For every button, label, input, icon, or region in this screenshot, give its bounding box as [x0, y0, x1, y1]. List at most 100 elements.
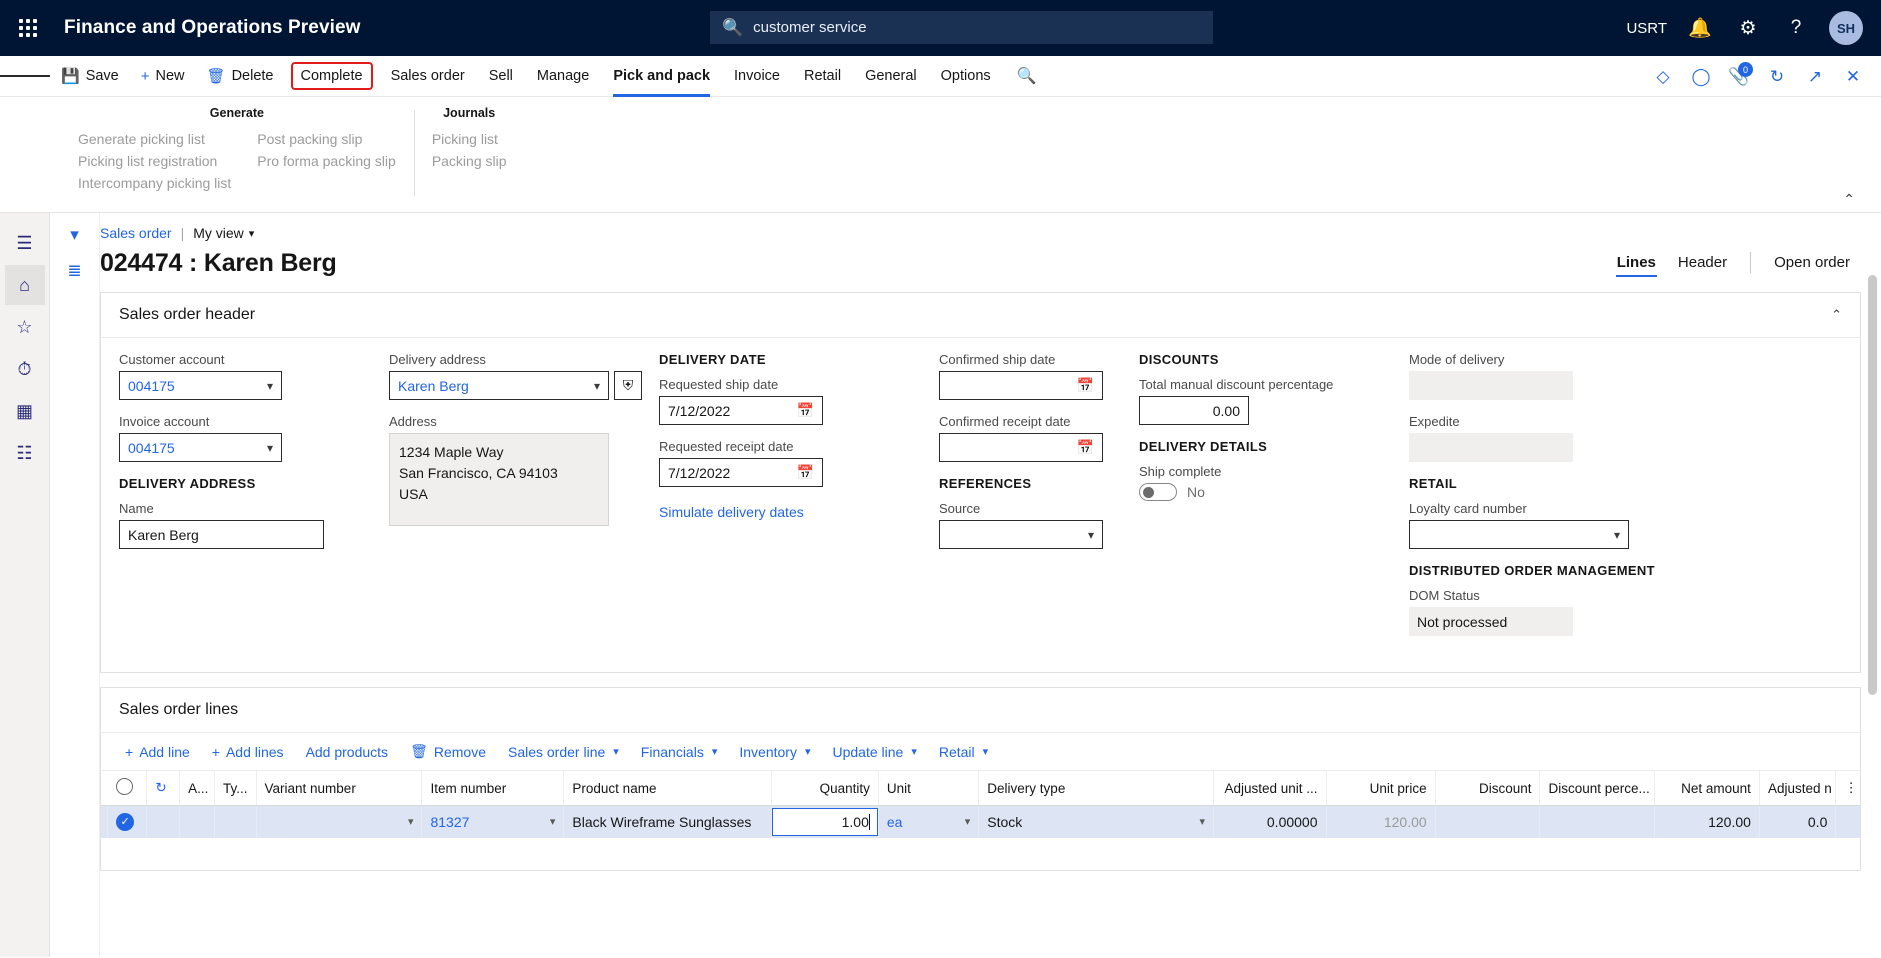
- complete-button[interactable]: Complete: [290, 62, 373, 90]
- confirmed-receipt-date-input[interactable]: 📅: [939, 433, 1103, 462]
- calendar-icon[interactable]: 📅: [1077, 439, 1094, 456]
- calendar-icon[interactable]: 📅: [797, 464, 814, 481]
- command-search-icon[interactable]: 🔍: [1003, 66, 1051, 86]
- select-all-circle-icon[interactable]: [115, 778, 133, 795]
- avatar[interactable]: SH: [1829, 11, 1863, 45]
- global-search-input[interactable]: 🔍 customer service: [710, 11, 1213, 44]
- loyalty-card-input[interactable]: ▾: [1409, 520, 1629, 549]
- delivery-address-input[interactable]: Karen Berg ▾: [389, 371, 609, 400]
- chevron-up-icon[interactable]: ⌃: [1843, 191, 1855, 208]
- sales-order-line-menu[interactable]: Sales order line ▾: [498, 740, 629, 764]
- tab-options[interactable]: Options: [929, 56, 1003, 97]
- row-cell-delivery-type[interactable]: Stock ▾: [978, 805, 1215, 838]
- column-header-product-name[interactable]: Product name: [563, 771, 772, 806]
- refresh-icon[interactable]: ↻: [1759, 56, 1795, 97]
- save-button[interactable]: 💾 Save: [50, 56, 130, 97]
- confirmed-ship-date-input[interactable]: 📅: [939, 371, 1103, 400]
- column-header-quantity[interactable]: Quantity: [771, 771, 879, 806]
- quantity-input[interactable]: 1.00: [771, 807, 878, 836]
- simulate-delivery-dates-link[interactable]: Simulate delivery dates: [659, 504, 804, 520]
- attachments-icon[interactable]: 📎 0: [1721, 56, 1757, 97]
- workspaces-icon[interactable]: ▦: [5, 391, 45, 431]
- ribbon-item-pro-forma-packing-slip[interactable]: Pro forma packing slip: [257, 153, 396, 169]
- column-header-unit-price[interactable]: Unit price: [1326, 771, 1436, 806]
- column-header-net-amount[interactable]: Net amount: [1654, 771, 1760, 806]
- select-all-header[interactable]: [107, 771, 148, 806]
- relationships-icon[interactable]: ◇: [1645, 56, 1681, 97]
- retail-menu[interactable]: Retail ▾: [929, 740, 998, 764]
- notifications-button[interactable]: 🔔: [1677, 0, 1723, 56]
- new-button[interactable]: + New: [130, 56, 196, 97]
- attachments-pane-icon[interactable]: ◯: [1683, 56, 1719, 97]
- column-header-delivery-type[interactable]: Delivery type: [978, 771, 1215, 806]
- filter-funnel-icon[interactable]: ▾️: [70, 225, 79, 245]
- ribbon-item-post-packing-slip[interactable]: Post packing slip: [257, 131, 396, 147]
- tab-header[interactable]: Header: [1667, 250, 1738, 275]
- row-cell-quantity[interactable]: 1.00: [771, 805, 879, 838]
- column-header-discount-percent[interactable]: Discount perce...: [1539, 771, 1656, 806]
- company-selector[interactable]: USRT: [1618, 0, 1675, 56]
- row-cell-discount-percent[interactable]: [1539, 805, 1656, 838]
- address-map-icon[interactable]: ⛨: [614, 371, 642, 400]
- ribbon-item-picking-list-registration[interactable]: Picking list registration: [78, 153, 231, 169]
- requested-receipt-date-input[interactable]: 7/12/2022 📅: [659, 458, 823, 487]
- fasttab-header-toggle[interactable]: Sales order header ⌃: [101, 293, 1860, 338]
- add-line-button[interactable]: + Add line: [115, 740, 200, 764]
- scrollbar-thumb[interactable]: [1868, 275, 1877, 695]
- calendar-icon[interactable]: 📅: [1077, 377, 1094, 394]
- requested-ship-date-input[interactable]: 7/12/2022 📅: [659, 396, 823, 425]
- tab-retail[interactable]: Retail: [792, 56, 853, 97]
- breadcrumb-link-sales-order[interactable]: Sales order: [100, 225, 172, 241]
- calendar-icon[interactable]: 📅: [797, 402, 814, 419]
- source-input[interactable]: ▾: [939, 520, 1103, 549]
- close-icon[interactable]: ✕: [1835, 56, 1871, 97]
- ribbon-item-packing-slip[interactable]: Packing slip: [432, 153, 507, 169]
- settings-button[interactable]: ⚙: [1725, 0, 1771, 56]
- recent-clock-icon[interactable]: ⏱: [5, 349, 45, 389]
- popout-icon[interactable]: ↗: [1797, 56, 1833, 97]
- ribbon-item-picking-list[interactable]: Picking list: [432, 131, 507, 147]
- table-row[interactable]: ✓ ▾ 81327 ▾ Black Wireframe Sunglasses 1…: [101, 805, 1860, 838]
- column-header-discount[interactable]: Discount: [1435, 771, 1541, 806]
- chevron-up-icon[interactable]: ⌃: [1831, 307, 1842, 323]
- show-filters-icon[interactable]: ≣: [67, 261, 81, 281]
- name-input[interactable]: Karen Berg: [119, 520, 324, 549]
- expedite-input[interactable]: [1409, 433, 1573, 462]
- update-line-menu[interactable]: Update line ▾: [822, 740, 926, 764]
- financials-menu[interactable]: Financials ▾: [631, 740, 728, 764]
- column-header-adjusted-net-amount[interactable]: Adjusted n: [1759, 771, 1837, 806]
- column-header-item-number[interactable]: Item number: [421, 771, 565, 806]
- invoice-account-input[interactable]: 004175 ▾: [119, 433, 282, 462]
- column-header-variant-number[interactable]: Variant number: [256, 771, 423, 806]
- ship-complete-toggle[interactable]: [1139, 483, 1177, 501]
- home-icon[interactable]: ⌂: [4, 265, 45, 305]
- add-products-button[interactable]: Add products: [296, 740, 399, 764]
- add-lines-button[interactable]: + Add lines: [202, 740, 294, 764]
- tab-sales-order[interactable]: Sales order: [379, 56, 477, 97]
- ribbon-item-generate-picking-list[interactable]: Generate picking list: [78, 131, 231, 147]
- refresh-column-header[interactable]: ↻: [146, 771, 181, 806]
- tab-lines[interactable]: Lines: [1606, 250, 1667, 277]
- main-vertical-scrollbar[interactable]: [1868, 215, 1877, 955]
- tab-general[interactable]: General: [853, 56, 929, 97]
- app-launcher-button[interactable]: [0, 0, 56, 56]
- row-cell-unit[interactable]: ea ▾: [878, 805, 980, 838]
- row-cell-item-number[interactable]: 81327 ▾: [421, 805, 565, 838]
- column-header-a[interactable]: A...: [179, 771, 216, 806]
- favorites-star-icon[interactable]: ☆: [5, 307, 45, 347]
- tab-invoice[interactable]: Invoice: [722, 56, 792, 97]
- column-options-icon[interactable]: ⋮: [1835, 771, 1860, 806]
- total-manual-discount-input[interactable]: 0.00: [1139, 396, 1249, 425]
- row-cell-variant-number[interactable]: ▾: [256, 805, 423, 838]
- tab-pick-and-pack[interactable]: Pick and pack: [601, 56, 722, 97]
- tab-manage[interactable]: Manage: [525, 56, 601, 97]
- row-cell-discount[interactable]: [1435, 805, 1541, 838]
- nav-pane-toggle-button[interactable]: [0, 56, 51, 97]
- customer-account-input[interactable]: 004175 ▾: [119, 371, 282, 400]
- row-select-checkbox[interactable]: ✓: [107, 805, 148, 838]
- menu-icon[interactable]: ☰: [5, 223, 45, 263]
- tab-sell[interactable]: Sell: [477, 56, 525, 97]
- mode-of-delivery-input[interactable]: [1409, 371, 1573, 400]
- column-header-type[interactable]: Ty...: [214, 771, 257, 806]
- ribbon-item-intercompany-picking-list[interactable]: Intercompany picking list: [78, 175, 231, 191]
